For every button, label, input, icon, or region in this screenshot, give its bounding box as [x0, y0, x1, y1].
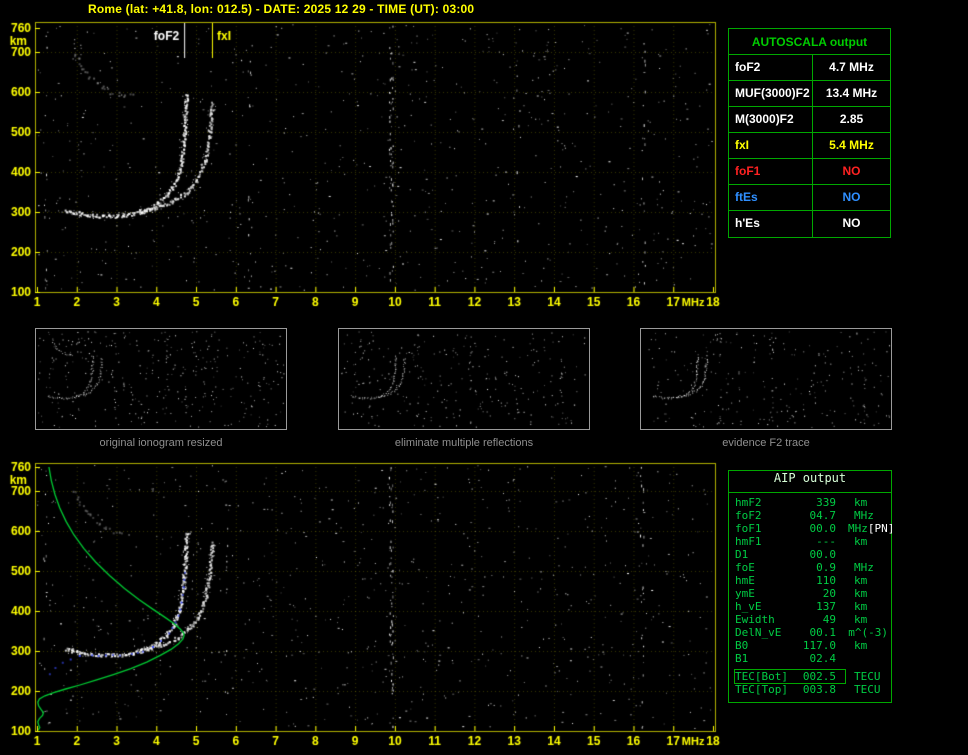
aip-param-unit: km [846, 639, 867, 652]
autoscala-param-value: 13.4 MHz [813, 81, 890, 106]
top-ionogram-canvas [0, 14, 745, 326]
autoscala-row-ftEs: ftEsNO [729, 185, 890, 211]
app-root: Rome (lat: +41.8, lon: 012.5) - DATE: 20… [0, 0, 968, 755]
autoscala-param-value: 5.4 MHz [813, 133, 890, 158]
aip-param-unit: km [846, 600, 867, 613]
aip-param-value: 003.8 [797, 683, 839, 696]
autoscala-row-foF2: foF24.7 MHz [729, 55, 890, 81]
autoscala-param-value: NO [813, 159, 890, 184]
aip-row-B1: B102.4 [734, 652, 888, 665]
autoscala-row-hEs: h'EsNO [729, 211, 890, 237]
thumb-caption-original: original ionogram resized [35, 437, 287, 449]
aip-param-unit: TECU [846, 670, 881, 683]
autoscala-param-value: 4.7 MHz [813, 55, 890, 80]
autoscala-param-value: NO [813, 211, 890, 237]
aip-param-unit: km [846, 574, 867, 587]
autoscala-param-value: NO [813, 185, 890, 210]
aip-param-unit: km [846, 613, 867, 626]
autoscala-param-label: ftEs [729, 185, 813, 210]
aip-param-value: 02.4 [797, 652, 839, 665]
autoscala-param-label: fxI [729, 133, 813, 158]
autoscala-param-value: 2.85 [813, 107, 890, 132]
aip-row-TECTop: TEC[Top]003.8 TECU [734, 683, 888, 696]
autoscala-panel: AUTOSCALA output foF24.7 MHzMUF(3000)F21… [728, 28, 891, 238]
aip-param-note: [PN] [868, 522, 897, 535]
thumbnail-filtered: eliminate multiple reflections [338, 328, 590, 449]
aip-param-unit: km [846, 496, 867, 509]
autoscala-param-label: MUF(3000)F2 [729, 81, 813, 106]
autoscala-param-label: h'Es [729, 211, 813, 237]
autoscala-row-fxI: fxI5.4 MHz [729, 133, 890, 159]
autoscala-row-MUF3000F2: MUF(3000)F213.4 MHz [729, 81, 890, 107]
bottom-ionogram-canvas [0, 455, 745, 755]
autoscala-row-M3000F2: M(3000)F22.85 [729, 107, 890, 133]
aip-param-unit: km [846, 587, 867, 600]
autoscala-table-body: foF24.7 MHzMUF(3000)F213.4 MHzM(3000)F22… [729, 55, 890, 237]
aip-param-unit: MHz [846, 561, 874, 574]
thumb-caption-filtered: eliminate multiple reflections [338, 437, 590, 449]
aip-param-unit: TECU [846, 683, 881, 696]
autoscala-param-label: M(3000)F2 [729, 107, 813, 132]
autoscala-title: AUTOSCALA output [729, 29, 890, 55]
aip-title: AIP output [729, 471, 891, 493]
thumb-caption-f2-trace: evidence F2 trace [640, 437, 892, 449]
aip-param-label: B1 [735, 652, 797, 665]
autoscala-row-foF1: foF1NO [729, 159, 890, 185]
autoscala-param-label: foF2 [729, 55, 813, 80]
autoscala-param-label: foF1 [729, 159, 813, 184]
aip-panel: AIP output hmF2339kmfoF204.7MHzfoF100.0M… [728, 470, 892, 703]
thumb-canvas-2 [338, 328, 590, 430]
aip-param-unit: m^(-3) [840, 626, 888, 639]
aip-param-unit: MHz [846, 509, 874, 522]
thumbnail-f2-trace: evidence F2 trace [640, 328, 892, 449]
thumbnail-original: original ionogram resized [35, 328, 287, 449]
aip-param-label: TEC[Top] [735, 683, 797, 696]
thumb-canvas-3 [640, 328, 892, 430]
aip-table-body: hmF2339kmfoF204.7MHzfoF100.0MHz[PN]hmF1-… [729, 493, 891, 696]
thumb-canvas-1 [35, 328, 287, 430]
aip-param-unit: km [846, 535, 867, 548]
